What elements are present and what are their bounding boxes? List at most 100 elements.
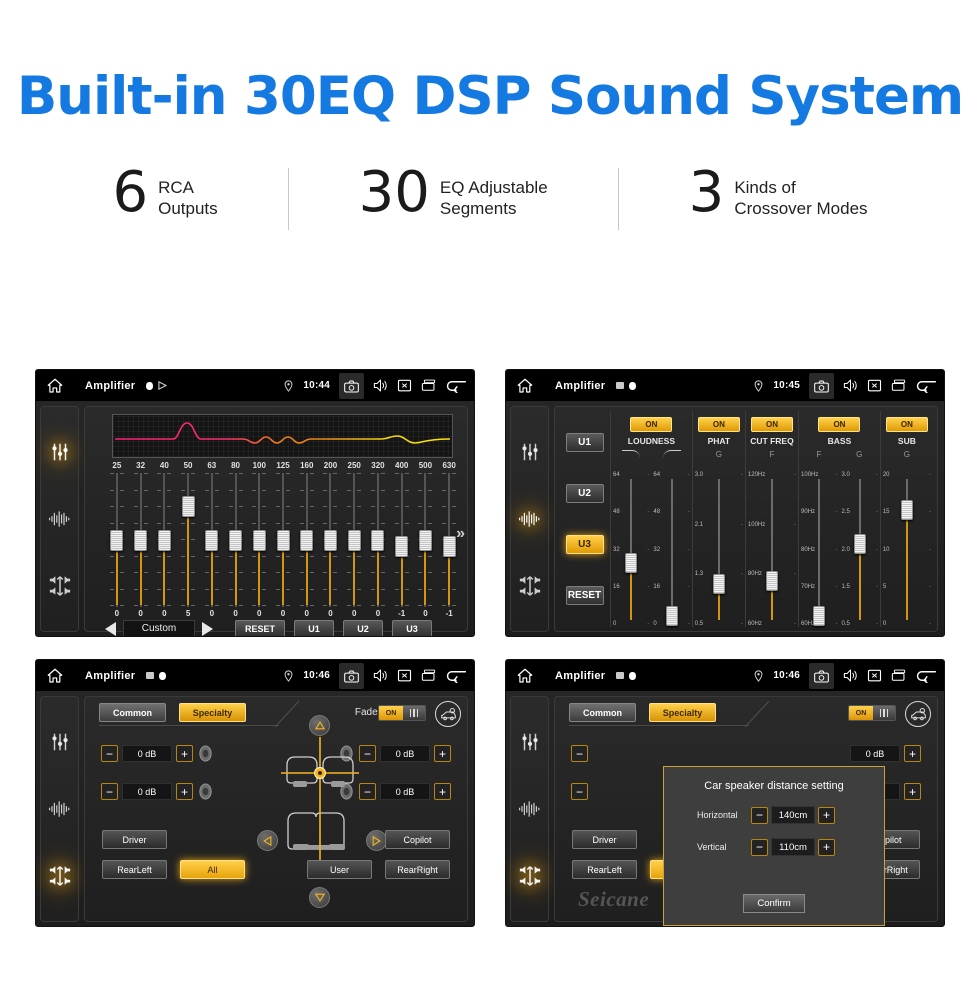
recents-icon[interactable] <box>891 668 906 683</box>
crossover-slider[interactable]: 64 - 48 - 32 - 16 - 0 - <box>651 472 691 627</box>
slider-knob[interactable] <box>418 529 432 551</box>
waveform-icon[interactable] <box>47 796 73 822</box>
slider-knob[interactable] <box>395 536 409 558</box>
section-toggle[interactable]: ON <box>885 417 928 432</box>
fader-toggle[interactable]: ON <box>378 705 426 721</box>
increase-button[interactable]: + <box>818 838 835 856</box>
slider-knob[interactable] <box>813 605 826 626</box>
preset-prev-button[interactable] <box>105 621 116 636</box>
slider-knob[interactable] <box>181 495 195 517</box>
decrease-button[interactable]: − <box>359 783 376 800</box>
tab-specialty[interactable]: Specialty <box>179 703 246 722</box>
camera-button[interactable] <box>339 372 364 399</box>
slider-knob[interactable] <box>252 529 266 551</box>
recents-icon[interactable] <box>891 378 906 393</box>
eq-band-slider[interactable] <box>295 473 319 607</box>
eq-band-slider[interactable] <box>414 473 438 607</box>
slider-knob[interactable] <box>853 534 866 554</box>
equalizer-icon[interactable] <box>517 439 543 465</box>
car-settings-button[interactable] <box>905 701 931 727</box>
preset-u1-button[interactable]: U1 <box>294 619 334 636</box>
home-icon[interactable] <box>45 667 65 685</box>
eq-band-slider[interactable] <box>390 473 414 607</box>
close-icon[interactable] <box>397 378 412 393</box>
balance-icon[interactable] <box>47 863 73 889</box>
recents-icon[interactable] <box>421 378 436 393</box>
home-icon[interactable] <box>515 667 535 685</box>
decrease-button[interactable]: − <box>101 745 118 762</box>
preset-rearright-button[interactable]: RearRight <box>385 860 450 879</box>
recents-icon[interactable] <box>421 668 436 683</box>
increase-button[interactable]: + <box>434 745 451 762</box>
preset-u3-button[interactable]: U3 <box>565 535 604 554</box>
slider-knob[interactable] <box>665 605 678 626</box>
section-toggle[interactable]: ON <box>697 417 740 432</box>
preset-name[interactable]: Custom <box>123 619 195 636</box>
camera-button[interactable] <box>809 372 834 399</box>
equalizer-icon[interactable] <box>47 729 73 755</box>
balance-icon[interactable] <box>517 573 543 599</box>
increase-button[interactable]: + <box>176 745 193 762</box>
eq-band-slider[interactable] <box>247 473 271 607</box>
car-settings-button[interactable] <box>435 701 461 727</box>
preset-u2-button[interactable]: U2 <box>565 484 604 503</box>
tab-common[interactable]: Common <box>99 703 166 722</box>
slider-knob[interactable] <box>323 529 337 551</box>
crossover-slider[interactable]: 3.0 - 2.1 - 1.3 - 0.5 - <box>693 472 745 627</box>
volume-icon[interactable] <box>373 668 388 683</box>
eq-band-slider[interactable] <box>200 473 224 607</box>
increase-button[interactable]: + <box>434 783 451 800</box>
close-icon[interactable] <box>867 378 882 393</box>
camera-button[interactable] <box>339 662 364 689</box>
crossover-slider[interactable]: 3.0 - 2.5 - 2.0 - 1.5 - 0.5 - <box>839 472 879 627</box>
preset-copilot-button[interactable]: Copilot <box>385 830 450 849</box>
waveform-icon[interactable] <box>47 506 73 532</box>
volume-icon[interactable] <box>373 378 388 393</box>
section-toggle[interactable]: ON <box>818 417 861 432</box>
home-icon[interactable] <box>45 377 65 395</box>
eq-band-slider[interactable] <box>152 473 176 607</box>
preset-u1-button[interactable]: U1 <box>565 433 604 452</box>
confirm-button[interactable]: Confirm <box>743 894 805 913</box>
equalizer-icon[interactable] <box>47 439 73 465</box>
decrease-button[interactable]: − <box>751 806 768 824</box>
preset-all-button[interactable]: All <box>180 860 245 879</box>
crossover-slider[interactable]: 100Hz -90Hz -80Hz -70Hz -60Hz - <box>799 472 839 627</box>
slider-knob[interactable] <box>371 529 385 551</box>
eq-band-slider[interactable] <box>271 473 295 607</box>
move-up-button[interactable] <box>309 715 330 736</box>
reset-button[interactable]: RESET <box>235 619 285 636</box>
slider-knob[interactable] <box>347 529 361 551</box>
crossover-slider[interactable]: 120Hz - 100Hz - 80Hz - 60Hz - <box>746 472 798 627</box>
slider-knob[interactable] <box>276 529 290 551</box>
slider-knob[interactable] <box>712 574 725 595</box>
back-icon[interactable] <box>445 669 467 683</box>
volume-icon[interactable] <box>843 378 858 393</box>
move-left-button[interactable] <box>257 830 278 851</box>
decrease-button[interactable]: − <box>101 783 118 800</box>
eq-band-slider[interactable] <box>224 473 248 607</box>
eq-band-slider[interactable] <box>105 473 129 607</box>
reset-button[interactable]: RESET <box>565 586 604 605</box>
balance-icon[interactable] <box>47 573 73 599</box>
close-icon[interactable] <box>397 668 412 683</box>
increase-button[interactable]: + <box>818 806 835 824</box>
section-toggle[interactable]: ON <box>630 417 673 432</box>
eq-band-slider[interactable] <box>319 473 343 607</box>
slider-knob[interactable] <box>300 529 314 551</box>
slider-knob[interactable] <box>625 553 638 574</box>
volume-icon[interactable] <box>843 668 858 683</box>
eq-band-slider[interactable] <box>129 473 153 607</box>
eq-band-slider[interactable] <box>366 473 390 607</box>
move-right-button[interactable] <box>366 830 387 851</box>
crossover-slider[interactable]: 64 - 48 - 32 - 16 - 0 - <box>611 472 651 627</box>
move-down-button[interactable] <box>309 887 330 908</box>
crossover-slider[interactable]: 20 - 15 - 10 - 5 - 0 - <box>881 472 933 627</box>
slider-knob[interactable] <box>110 529 124 551</box>
decrease-button[interactable]: − <box>571 783 588 800</box>
tab-common[interactable]: Common <box>569 703 636 722</box>
decrease-button[interactable]: − <box>571 745 588 762</box>
preset-u3-button[interactable]: U3 <box>392 619 432 636</box>
decrease-button[interactable]: − <box>359 745 376 762</box>
slider-knob[interactable] <box>229 529 243 551</box>
